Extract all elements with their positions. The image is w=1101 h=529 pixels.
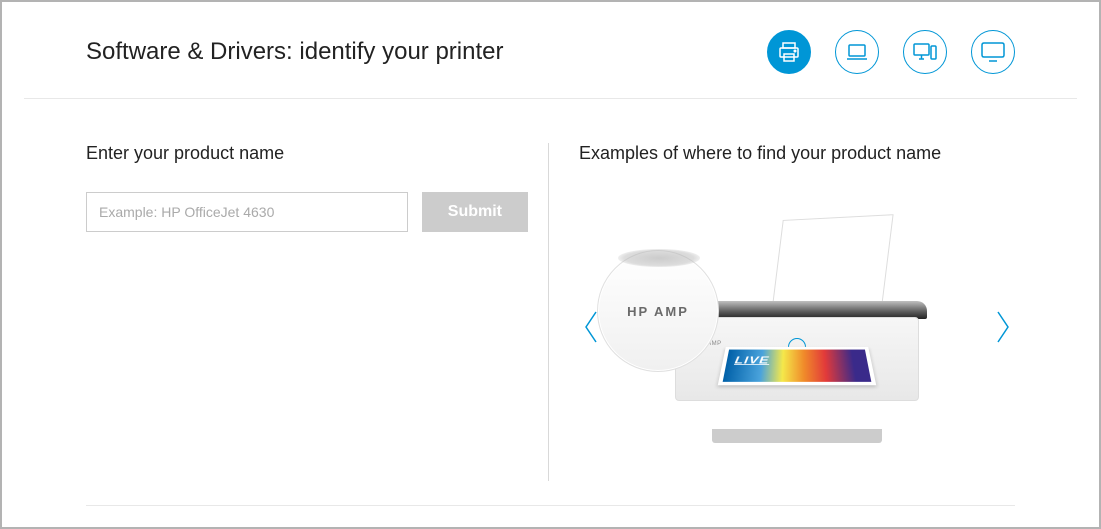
laptop-icon [845,40,869,64]
monitor-icon [980,41,1006,63]
zoom-circle: HP AMP [597,250,719,372]
desktop-icon [912,40,938,64]
product-type-desktop[interactable] [903,30,947,74]
product-type-laptop[interactable] [835,30,879,74]
submit-button[interactable]: Submit [422,192,528,232]
header-row: Software & Drivers: identify your printe… [24,30,1077,99]
search-label: Enter your product name [86,143,528,164]
chevron-right-icon [995,310,1011,344]
example-image: HP AMP LIVE HP AMP [603,212,991,442]
examples-label: Examples of where to find your product n… [579,143,1015,164]
product-type-monitor[interactable] [971,30,1015,74]
zoom-product-name: HP AMP [627,304,689,319]
page-title: Software & Drivers: identify your printe… [86,38,503,66]
examples-section: Examples of where to find your product n… [548,143,1015,481]
footer-divider [86,505,1015,506]
product-type-printer[interactable] [767,30,811,74]
search-section: Enter your product name Submit [86,143,548,481]
photo-text: LIVE [734,354,770,366]
carousel-next[interactable] [991,305,1015,349]
product-name-input[interactable] [86,192,408,232]
product-type-icons [767,30,1015,74]
printer-icon [777,40,801,64]
photo-output: LIVE [718,347,876,385]
